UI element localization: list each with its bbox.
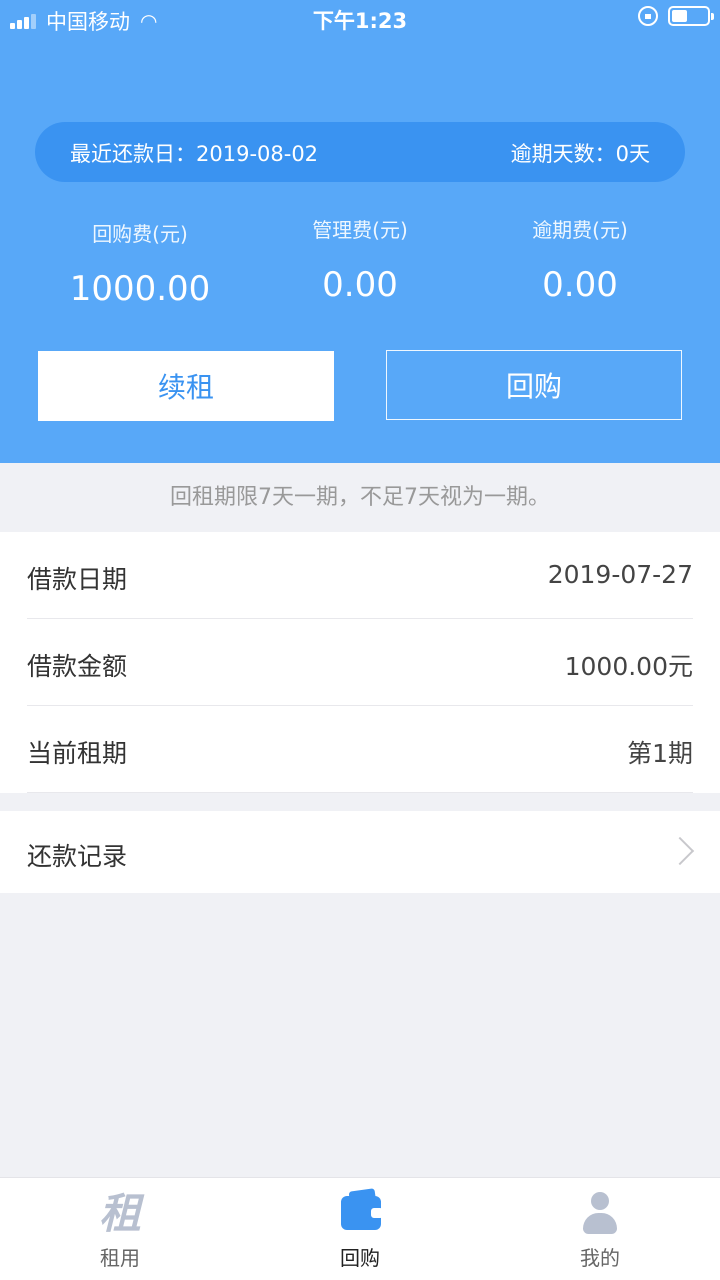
bottom-tab-bar: 租 租用 回购 我的 — [0, 1177, 720, 1280]
fee-label: 管理费(元) — [312, 218, 408, 242]
buyback-button[interactable]: 回购 — [386, 350, 682, 420]
tab-rent[interactable]: 租 租用 — [0, 1178, 240, 1280]
fee-buyback: 回购费(元) 1000.00 — [30, 218, 250, 309]
fee-overdue: 逾期费(元) 0.00 — [470, 214, 690, 305]
overdue-days-label: 逾期天数： — [510, 142, 616, 166]
tab-mine[interactable]: 我的 — [480, 1178, 720, 1280]
due-date-value: 2019-08-02 — [196, 142, 319, 166]
fee-management: 管理费(元) 0.00 — [250, 214, 470, 305]
loan-info-list: 借款日期 2019-07-27 借款金额 1000.00元 当前租期 第1期 — [0, 532, 720, 793]
tab-label: 租用 — [100, 1246, 140, 1270]
repayment-record-row[interactable]: 还款记录 — [0, 811, 720, 893]
fee-value: 0.00 — [322, 265, 398, 305]
battery-icon — [668, 6, 714, 26]
tab-label: 我的 — [580, 1246, 620, 1270]
due-date-pill: 最近还款日：2019-08-02 逾期天数：0天 — [35, 122, 685, 182]
info-key: 当前租期 — [27, 739, 128, 768]
fee-value: 1000.00 — [69, 269, 211, 309]
info-row-loan-date: 借款日期 2019-07-27 — [27, 532, 693, 619]
zu-icon: 租 — [98, 1189, 141, 1238]
status-bar: 中国移动 ◠ 下午1:23 — [0, 0, 720, 36]
info-row-current-period: 当前租期 第1期 — [27, 706, 693, 793]
fee-value: 0.00 — [542, 265, 618, 305]
overdue-days-value: 0天 — [615, 142, 650, 166]
status-right — [638, 6, 714, 26]
chevron-right-icon — [665, 836, 695, 866]
info-key: 借款金额 — [27, 652, 128, 681]
wallet-icon — [341, 1196, 383, 1230]
due-date: 最近还款日：2019-08-02 — [70, 138, 318, 168]
overdue-days: 逾期天数：0天 — [511, 138, 650, 168]
status-time: 下午1:23 — [312, 9, 408, 33]
fee-label: 逾期费(元) — [532, 218, 628, 242]
tab-label: 回购 — [340, 1246, 380, 1270]
tab-buyback[interactable]: 回购 — [240, 1178, 480, 1280]
info-value: 2019-07-27 — [547, 560, 693, 589]
repayment-record-label: 还款记录 — [27, 842, 128, 871]
summary-header: 中国移动 ◠ 下午1:23 最近还款日：2019-08-02 逾期天数：0天 回… — [0, 0, 720, 463]
info-row-loan-amount: 借款金额 1000.00元 — [27, 619, 693, 706]
lease-period-notice: 回租期限7天一期，不足7天视为一期。 — [170, 485, 550, 510]
renew-button[interactable]: 续租 — [38, 351, 334, 421]
info-key: 借款日期 — [27, 565, 128, 594]
fee-label: 回购费(元) — [92, 222, 188, 246]
due-date-label: 最近还款日： — [70, 142, 196, 166]
info-value: 1000.00元 — [564, 652, 693, 681]
info-value: 第1期 — [627, 739, 693, 768]
rotation-lock-icon — [638, 6, 658, 26]
fee-summary: 回购费(元) 1000.00 管理费(元) 0.00 逾期费(元) 0.00 — [30, 210, 690, 320]
person-icon — [583, 1192, 617, 1234]
